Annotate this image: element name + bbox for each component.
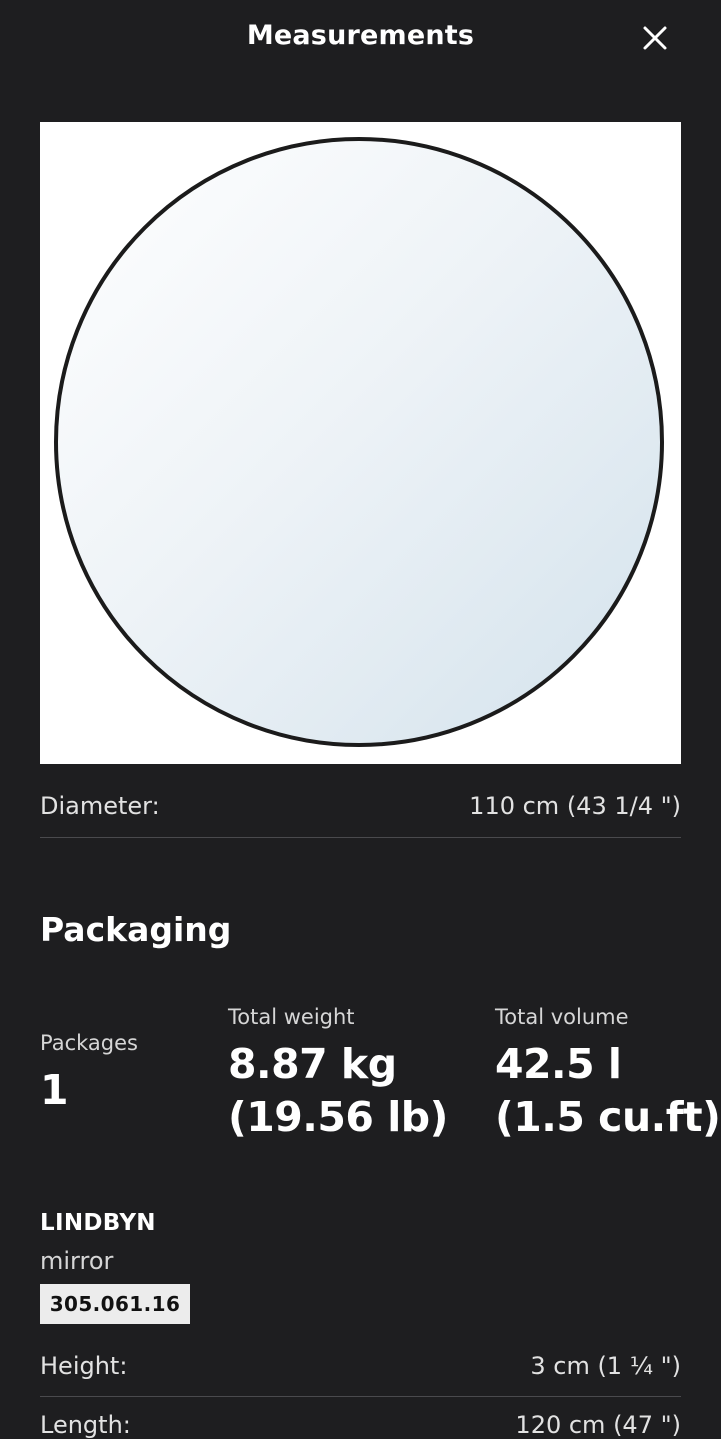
- panel-header: Measurements: [0, 0, 721, 78]
- packages-label: Packages: [40, 1031, 138, 1055]
- diameter-label: Diameter:: [40, 792, 160, 820]
- divider: [40, 1396, 681, 1397]
- packages-value: 1: [40, 1066, 69, 1114]
- total-volume-imperial: (1.5 cu.ft): [495, 1093, 721, 1141]
- total-weight-value: 8.87 kg (19.56 lb): [228, 1038, 448, 1144]
- height-label: Height:: [40, 1352, 128, 1380]
- total-weight-label: Total weight: [228, 1005, 355, 1029]
- total-volume-label: Total volume: [495, 1005, 629, 1029]
- product-name: LINDBYN: [40, 1210, 156, 1236]
- height-row: Height: 3 cm (1 ¼ "): [40, 1352, 681, 1380]
- total-weight-imperial: (19.56 lb): [228, 1093, 448, 1141]
- height-value: 3 cm (1 ¼ "): [530, 1352, 681, 1380]
- packaging-heading: Packaging: [40, 910, 232, 949]
- close-icon: [643, 26, 667, 50]
- diameter-value: 110 cm (43 1/4 "): [469, 792, 681, 820]
- total-weight-metric: 8.87 kg: [228, 1040, 397, 1088]
- measurements-panel: Measurements Diameter: 110 cm (43 1/4 ")…: [0, 0, 721, 1439]
- diameter-row: Diameter: 110 cm (43 1/4 "): [40, 792, 681, 820]
- divider: [40, 837, 681, 838]
- length-value: 120 cm (47 "): [515, 1411, 681, 1439]
- round-mirror-illustration: [54, 137, 664, 747]
- panel-title: Measurements: [246, 20, 475, 51]
- product-type: mirror: [40, 1247, 114, 1275]
- product-dimension-image: [40, 122, 681, 764]
- total-volume-metric: 42.5 l: [495, 1040, 622, 1088]
- close-button[interactable]: [633, 16, 677, 60]
- length-label: Length:: [40, 1411, 131, 1439]
- article-number-badge: 305.061.16: [40, 1284, 190, 1324]
- total-volume-value: 42.5 l (1.5 cu.ft): [495, 1038, 721, 1144]
- length-row: Length: 120 cm (47 "): [40, 1411, 681, 1439]
